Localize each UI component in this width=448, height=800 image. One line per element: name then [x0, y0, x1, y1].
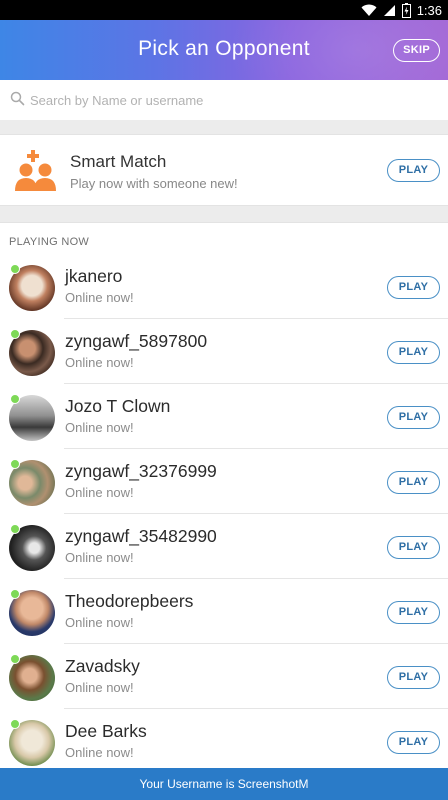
player-name: Theodorepbeers	[65, 591, 194, 611]
player-status: Online now!	[65, 615, 134, 630]
player-name: jkanero	[65, 266, 123, 286]
play-button[interactable]: PLAY	[387, 341, 440, 364]
playing-now-list: PLAYING NOW jkanero Online now! PLAY zyn…	[0, 222, 448, 768]
play-button[interactable]: PLAY	[387, 731, 440, 754]
player-row[interactable]: Zavadsky Online now! PLAY	[0, 644, 448, 709]
player-name: Dee Barks	[65, 721, 147, 741]
signal-icon	[383, 4, 395, 16]
player-status: Online now!	[65, 355, 134, 370]
smart-match-title: Smart Match	[70, 152, 167, 171]
online-indicator	[10, 654, 20, 664]
smart-match-play-button[interactable]: PLAY	[387, 159, 440, 182]
status-time: 1:36	[416, 2, 442, 18]
player-status: Online now!	[65, 745, 134, 760]
play-button[interactable]: PLAY	[387, 601, 440, 624]
player-status: Online now!	[65, 420, 134, 435]
page-title: Pick an Opponent	[138, 37, 310, 60]
play-button[interactable]: PLAY	[387, 666, 440, 689]
online-indicator	[10, 329, 20, 339]
player-status: Online now!	[65, 680, 134, 695]
search-bar	[0, 80, 448, 120]
player-row[interactable]: Theodorepbeers Online now! PLAY	[0, 579, 448, 644]
skip-button[interactable]: SKIP	[393, 39, 440, 62]
player-row[interactable]: Dee Barks Online now! PLAY	[0, 709, 448, 768]
search-input[interactable]	[30, 80, 430, 120]
player-name: zyngawf_32376999	[65, 461, 217, 481]
play-button[interactable]: PLAY	[387, 471, 440, 494]
player-status: Online now!	[65, 485, 134, 500]
online-indicator	[10, 589, 20, 599]
battery-icon	[401, 2, 411, 18]
online-indicator	[10, 264, 20, 274]
search-icon	[10, 91, 25, 106]
status-bar: 1:36	[0, 0, 448, 20]
player-status: Online now!	[65, 550, 134, 565]
online-indicator	[10, 459, 20, 469]
player-row[interactable]: Jozo T Clown Online now! PLAY	[0, 384, 448, 449]
player-row[interactable]: zyngawf_5897800 Online now! PLAY	[0, 319, 448, 384]
smart-match-row[interactable]: Smart Match Play now with someone new! P…	[0, 134, 448, 206]
player-name: zyngawf_35482990	[65, 526, 217, 546]
play-button[interactable]: PLAY	[387, 406, 440, 429]
play-button[interactable]: PLAY	[387, 536, 440, 559]
player-name: Zavadsky	[65, 656, 140, 676]
section-label: PLAYING NOW	[9, 236, 90, 248]
online-indicator	[10, 719, 20, 729]
player-row[interactable]: zyngawf_32376999 Online now! PLAY	[0, 449, 448, 514]
add-friends-icon	[15, 150, 56, 191]
username-footer: Your Username is ScreenshotM	[0, 768, 448, 800]
player-row[interactable]: zyngawf_35482990 Online now! PLAY	[0, 514, 448, 579]
player-row[interactable]: jkanero Online now! PLAY	[0, 254, 448, 319]
play-button[interactable]: PLAY	[387, 276, 440, 299]
player-name: zyngawf_5897800	[65, 331, 208, 351]
player-name: Jozo T Clown	[65, 396, 171, 416]
header: Pick an Opponent SKIP	[0, 20, 448, 80]
smart-match-subtitle: Play now with someone new!	[70, 176, 238, 191]
online-indicator	[10, 394, 20, 404]
online-indicator	[10, 524, 20, 534]
player-status: Online now!	[65, 290, 134, 305]
wifi-icon	[361, 4, 377, 16]
